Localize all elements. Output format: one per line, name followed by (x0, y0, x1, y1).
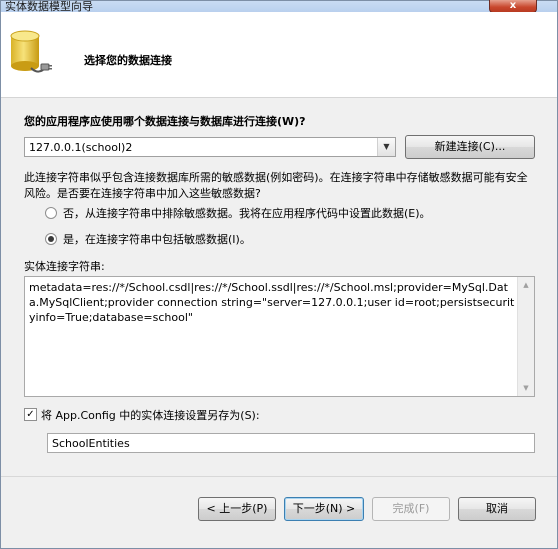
page-title: 选择您的数据连接 (84, 54, 172, 67)
save-config-label: 将 App.Config 中的实体连接设置另存为(S): (41, 409, 260, 422)
connection-select-value: 127.0.0.1(school)2 (29, 141, 133, 154)
save-config-checkbox[interactable]: ✓ (24, 408, 37, 421)
footer-divider (1, 476, 557, 477)
wizard-header: 选择您的数据连接 (1, 12, 557, 98)
sensitive-data-warning: 此连接字符串似乎包含连接数据库所需的敏感数据(例如密码)。在连接字符串中存储敏感… (24, 171, 528, 200)
radio-label-no: 否，从连接字符串中排除敏感数据。我将在应用程序代码中设置此数据(E)。 (63, 207, 431, 220)
new-connection-button[interactable]: 新建连接(C)... (405, 135, 535, 159)
radio-button-yes[interactable] (45, 233, 57, 245)
scroll-down-icon[interactable]: ▼ (518, 380, 534, 396)
connection-select[interactable]: 127.0.0.1(school)2 ▼ (24, 137, 396, 157)
title-bar[interactable]: 实体数据模型向导 x (1, 0, 557, 13)
next-button[interactable]: 下一步(N) > (284, 497, 364, 521)
entity-connection-string: metadata=res://*/School.csdl|res://*/Sch… (29, 281, 515, 324)
chevron-down-icon[interactable]: ▼ (377, 138, 395, 156)
radio-label-yes: 是，在连接字符串中包括敏感数据(I)。 (63, 233, 251, 246)
entity-string-label: 实体连接字符串: (24, 260, 105, 273)
scroll-up-icon[interactable]: ▲ (518, 277, 534, 293)
connection-question: 您的应用程序应使用哪个数据连接与数据库进行连接(W)? (24, 115, 306, 128)
wizard-window: 实体数据模型向导 x 选择您的数据连接 您的应用程序应使用哪个数据连接与数据库进… (0, 0, 558, 549)
finish-button[interactable]: 完成(F) (372, 497, 450, 521)
entity-name-value: SchoolEntities (52, 437, 130, 450)
vertical-scrollbar[interactable]: ▲ ▼ (517, 277, 534, 396)
entity-connection-string-box[interactable]: metadata=res://*/School.csdl|res://*/Sch… (24, 276, 535, 397)
cancel-button[interactable]: 取消 (458, 497, 536, 521)
database-plug-icon (10, 30, 52, 73)
radio-button-no[interactable] (45, 207, 57, 219)
entity-name-input[interactable]: SchoolEntities (47, 433, 535, 453)
previous-button[interactable]: < 上一步(P) (198, 497, 276, 521)
